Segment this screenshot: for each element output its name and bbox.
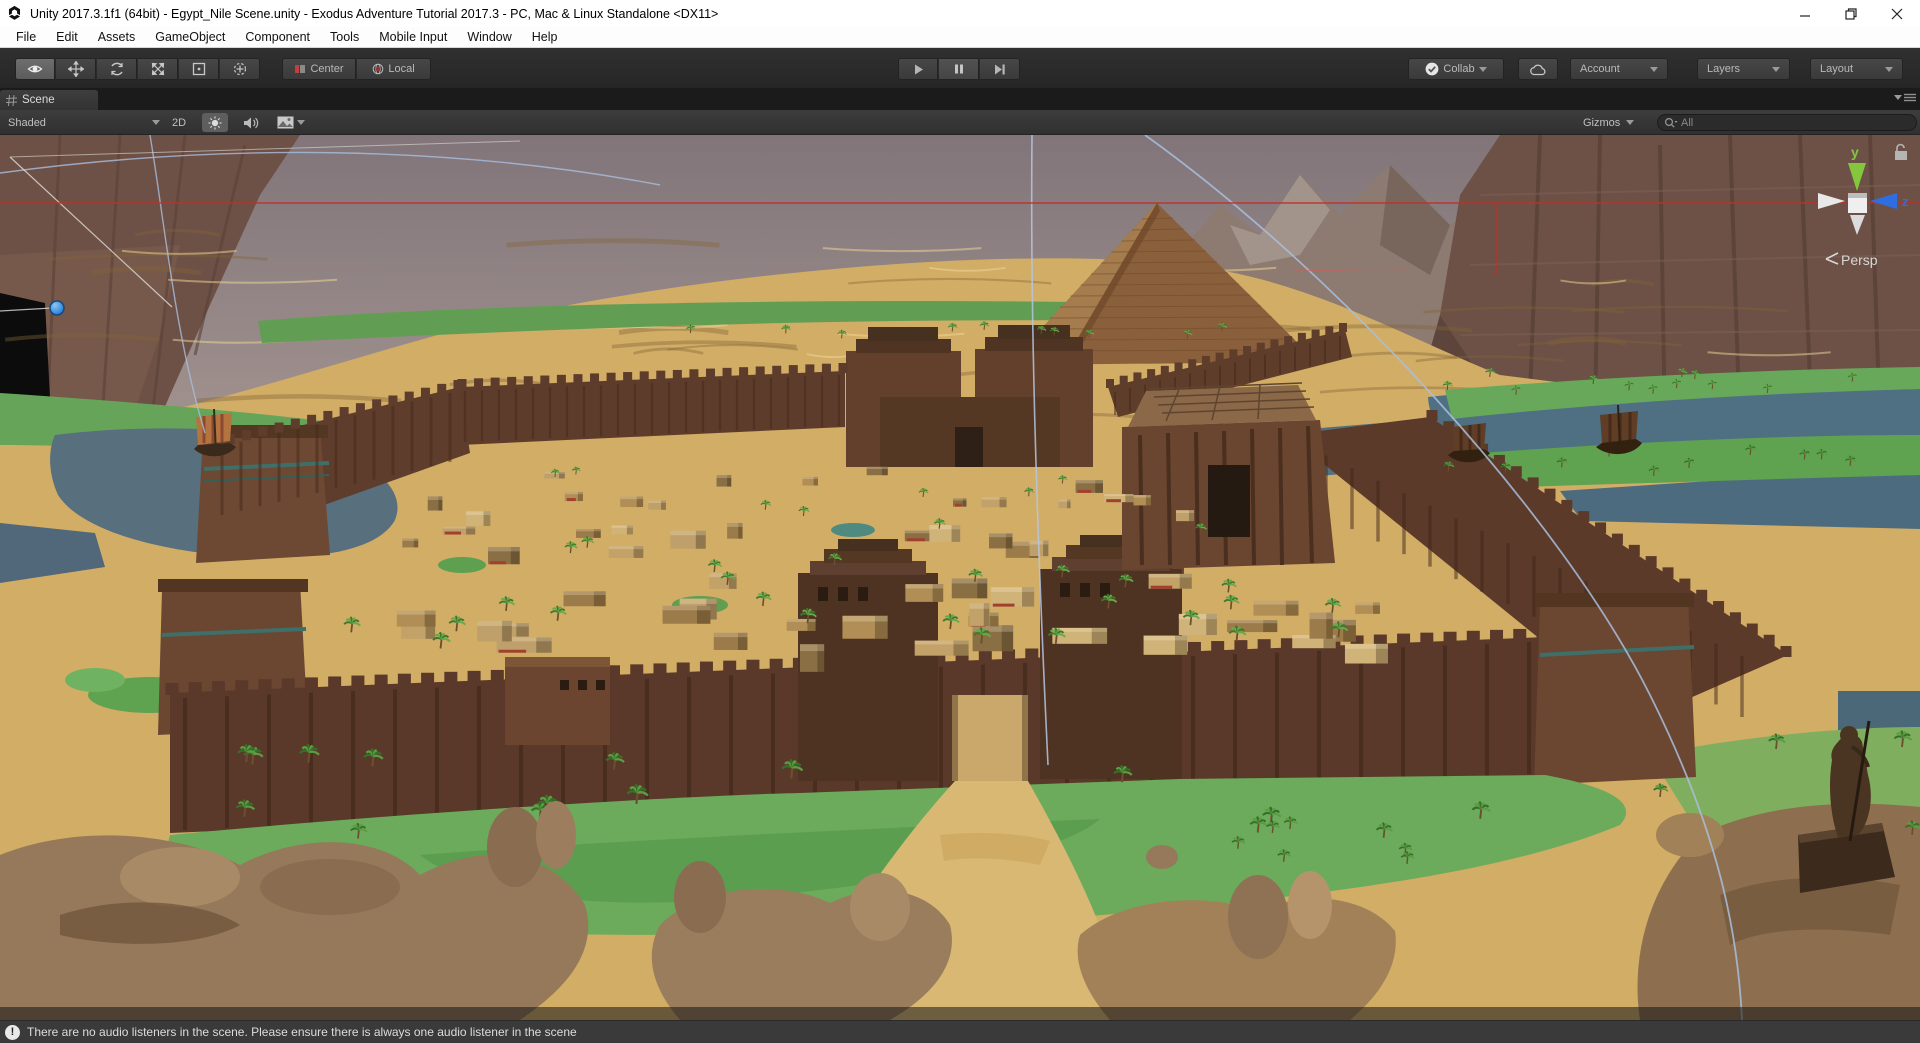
unity-logo-icon bbox=[6, 5, 23, 22]
collab-check-icon bbox=[1425, 62, 1439, 76]
pivot-icon bbox=[294, 63, 306, 75]
tab-scene[interactable]: Scene bbox=[0, 90, 98, 110]
rotate-icon[interactable] bbox=[97, 58, 137, 80]
pivot-local-button[interactable]: Local bbox=[357, 58, 431, 80]
handle-sphere bbox=[50, 301, 64, 315]
menu-gameobject[interactable]: GameObject bbox=[145, 27, 235, 48]
pivot-local-label: Local bbox=[388, 63, 414, 75]
collab-button[interactable]: Collab bbox=[1408, 58, 1504, 80]
draw-mode-label: Shaded bbox=[8, 117, 46, 129]
warning-icon: ! bbox=[5, 1025, 20, 1040]
menu-edit[interactable]: Edit bbox=[46, 27, 88, 48]
account-label: Account bbox=[1580, 63, 1620, 75]
panel-tab-bar: Scene bbox=[0, 88, 1920, 110]
scene-viewport[interactable]: y z Persp bbox=[0, 135, 1920, 1020]
move-icon[interactable] bbox=[56, 58, 96, 80]
effects-caret-icon bbox=[297, 120, 305, 125]
sun-icon[interactable] bbox=[202, 113, 228, 132]
gizmos-caret-icon bbox=[1626, 120, 1634, 125]
restore-icon[interactable] bbox=[1828, 0, 1874, 27]
pause-icon[interactable] bbox=[939, 58, 979, 80]
axis-y-label: y bbox=[1851, 144, 1859, 160]
layers-caret-icon bbox=[1772, 67, 1780, 72]
view-eye-icon[interactable] bbox=[15, 58, 55, 80]
minimize-icon[interactable] bbox=[1782, 0, 1828, 27]
globe-icon bbox=[372, 63, 384, 75]
main-toolbar: Center Local Collab Account La bbox=[0, 48, 1920, 88]
gizmo-search-input[interactable] bbox=[1681, 117, 1881, 129]
effects-dropdown[interactable] bbox=[277, 113, 305, 132]
layout-label: Layout bbox=[1820, 63, 1853, 75]
panel-menu-icon[interactable] bbox=[1894, 93, 1916, 102]
window-title: Unity 2017.3.1f1 (64bit) - Egypt_Nile Sc… bbox=[30, 7, 718, 21]
speaker-icon[interactable] bbox=[243, 113, 259, 132]
close-icon[interactable] bbox=[1874, 0, 1920, 27]
gizmo-search[interactable] bbox=[1657, 114, 1917, 131]
pivot-center-button[interactable]: Center bbox=[282, 58, 356, 80]
step-icon[interactable] bbox=[980, 58, 1020, 80]
status-bar[interactable]: ! There are no audio listeners in the sc… bbox=[0, 1020, 1920, 1043]
menu-window[interactable]: Window bbox=[457, 27, 521, 48]
toggle-2d-button[interactable]: 2D bbox=[166, 113, 192, 132]
axis-z-label: z bbox=[1902, 194, 1909, 209]
menu-mobile-input[interactable]: Mobile Input bbox=[369, 27, 457, 48]
unity-editor-window: Unity 2017.3.1f1 (64bit) - Egypt_Nile Sc… bbox=[0, 0, 1920, 1043]
account-caret-icon bbox=[1650, 67, 1658, 72]
image-icon bbox=[277, 116, 294, 129]
menu-help[interactable]: Help bbox=[522, 27, 568, 48]
collab-label: Collab bbox=[1443, 63, 1474, 75]
label-2d: 2D bbox=[172, 117, 186, 129]
pivot-center-label: Center bbox=[310, 63, 343, 75]
scene-view-toolbar: Shaded 2D Gizmos bbox=[0, 110, 1920, 135]
transform-tool-icon[interactable] bbox=[220, 58, 260, 80]
gizmos-dropdown[interactable]: Gizmos bbox=[1583, 113, 1634, 132]
menu-assets[interactable]: Assets bbox=[88, 27, 146, 48]
cloud-icon[interactable] bbox=[1518, 58, 1558, 80]
menu-component[interactable]: Component bbox=[235, 27, 320, 48]
menu-bar: File Edit Assets GameObject Component To… bbox=[0, 27, 1920, 48]
menu-tools[interactable]: Tools bbox=[320, 27, 369, 48]
title-bar: Unity 2017.3.1f1 (64bit) - Egypt_Nile Sc… bbox=[0, 0, 1920, 27]
search-icon bbox=[1664, 117, 1678, 129]
layers-dropdown[interactable]: Layers bbox=[1697, 58, 1790, 80]
tab-scene-label: Scene bbox=[22, 94, 55, 106]
account-dropdown[interactable]: Account bbox=[1570, 58, 1668, 80]
viewport-vignette bbox=[0, 1007, 1920, 1020]
menu-file[interactable]: File bbox=[6, 27, 46, 48]
play-icon[interactable] bbox=[898, 58, 938, 80]
grid-icon bbox=[6, 95, 17, 106]
collab-caret-icon bbox=[1479, 67, 1487, 72]
projection-label[interactable]: Persp bbox=[1841, 252, 1878, 268]
scale-icon[interactable] bbox=[138, 58, 178, 80]
rect-tool-icon[interactable] bbox=[179, 58, 219, 80]
layout-dropdown[interactable]: Layout bbox=[1810, 58, 1903, 80]
layout-caret-icon bbox=[1885, 67, 1893, 72]
gizmos-label: Gizmos bbox=[1583, 117, 1620, 129]
draw-mode-caret-icon bbox=[152, 120, 160, 125]
layers-label: Layers bbox=[1707, 63, 1740, 75]
status-message: There are no audio listeners in the scen… bbox=[27, 1025, 577, 1039]
draw-mode-dropdown[interactable]: Shaded bbox=[8, 113, 160, 132]
